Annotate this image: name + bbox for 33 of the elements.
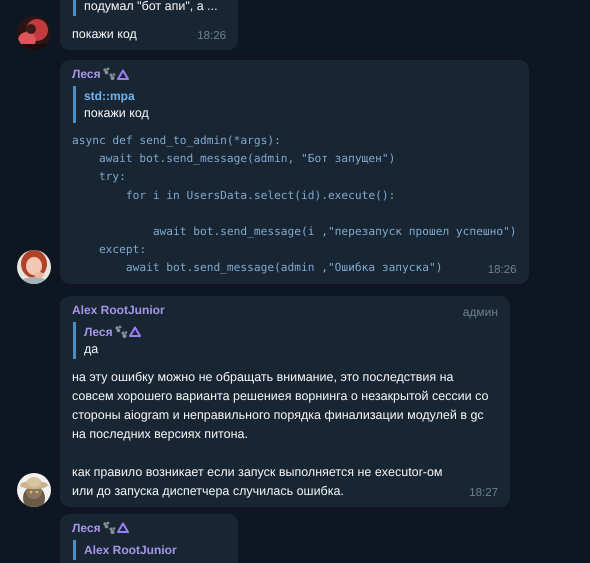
reply-author: std::mpa — [84, 88, 135, 105]
reply-text: подумал "бот апи", а ... — [84, 0, 219, 15]
paw-prints-icon — [102, 67, 116, 81]
author-name[interactable]: Леся — [72, 67, 101, 81]
code-line: except: — [98, 242, 146, 258]
reply-author: Alex RootJunior — [84, 542, 177, 558]
code-line: await bot.send_message(admin ,"Ошибка запуска") — [124, 260, 442, 276]
author-name[interactable]: Леся — [72, 520, 101, 534]
code-line: try: — [98, 169, 126, 186]
paw-prints-icon — [114, 324, 128, 338]
message-text: покажи код — [72, 26, 138, 43]
message-time: 18:26 — [488, 262, 517, 278]
paw-prints-icon — [102, 520, 116, 534]
triangle-icon — [116, 522, 129, 533]
triangle-icon — [116, 68, 129, 80]
message-time: 18:27 — [469, 486, 498, 500]
message-text: на эту ошибку можно не обращать внимание, это последствия на совсем хорошего варианта решениея ворнинга о незакрытой сессии со стороны aiogram и неправильного порядка финализации модулей в gc на последних версиях питона. — [72, 368, 490, 443]
code-line: await bot.send_message(admin, "Бот запущен") — [98, 151, 396, 168]
triangle-icon — [128, 326, 141, 337]
code-line: for i in UsersData.select(id).execute(): — [124, 188, 396, 204]
reply-text: да — [84, 340, 100, 358]
reply-text: покажи код — [84, 105, 150, 122]
code-line: async def send_to_admin(*args): — [72, 133, 281, 149]
reply-quote[interactable]: Alex RootJunior — [73, 540, 226, 560]
reply-author: Леся — [84, 324, 113, 340]
code-line: await bot.send_message(i ,"перезапуск прошел успешно") — [152, 224, 517, 240]
role-label: админ — [462, 304, 498, 318]
reply-quote[interactable]: подумал "бот апи", а ... — [73, 0, 226, 16]
message-text: как правило возникает если запуск выполняется не executor-ом или до запуска диспетчера случилась ошибка. — [72, 464, 444, 500]
reply-quote[interactable]: Леся да — [73, 322, 498, 358]
reply-quote[interactable]: std::mpa покажи код — [73, 86, 517, 123]
author-name[interactable]: Alex RootJunior — [72, 302, 165, 316]
message-time: 18:26 — [197, 29, 226, 44]
